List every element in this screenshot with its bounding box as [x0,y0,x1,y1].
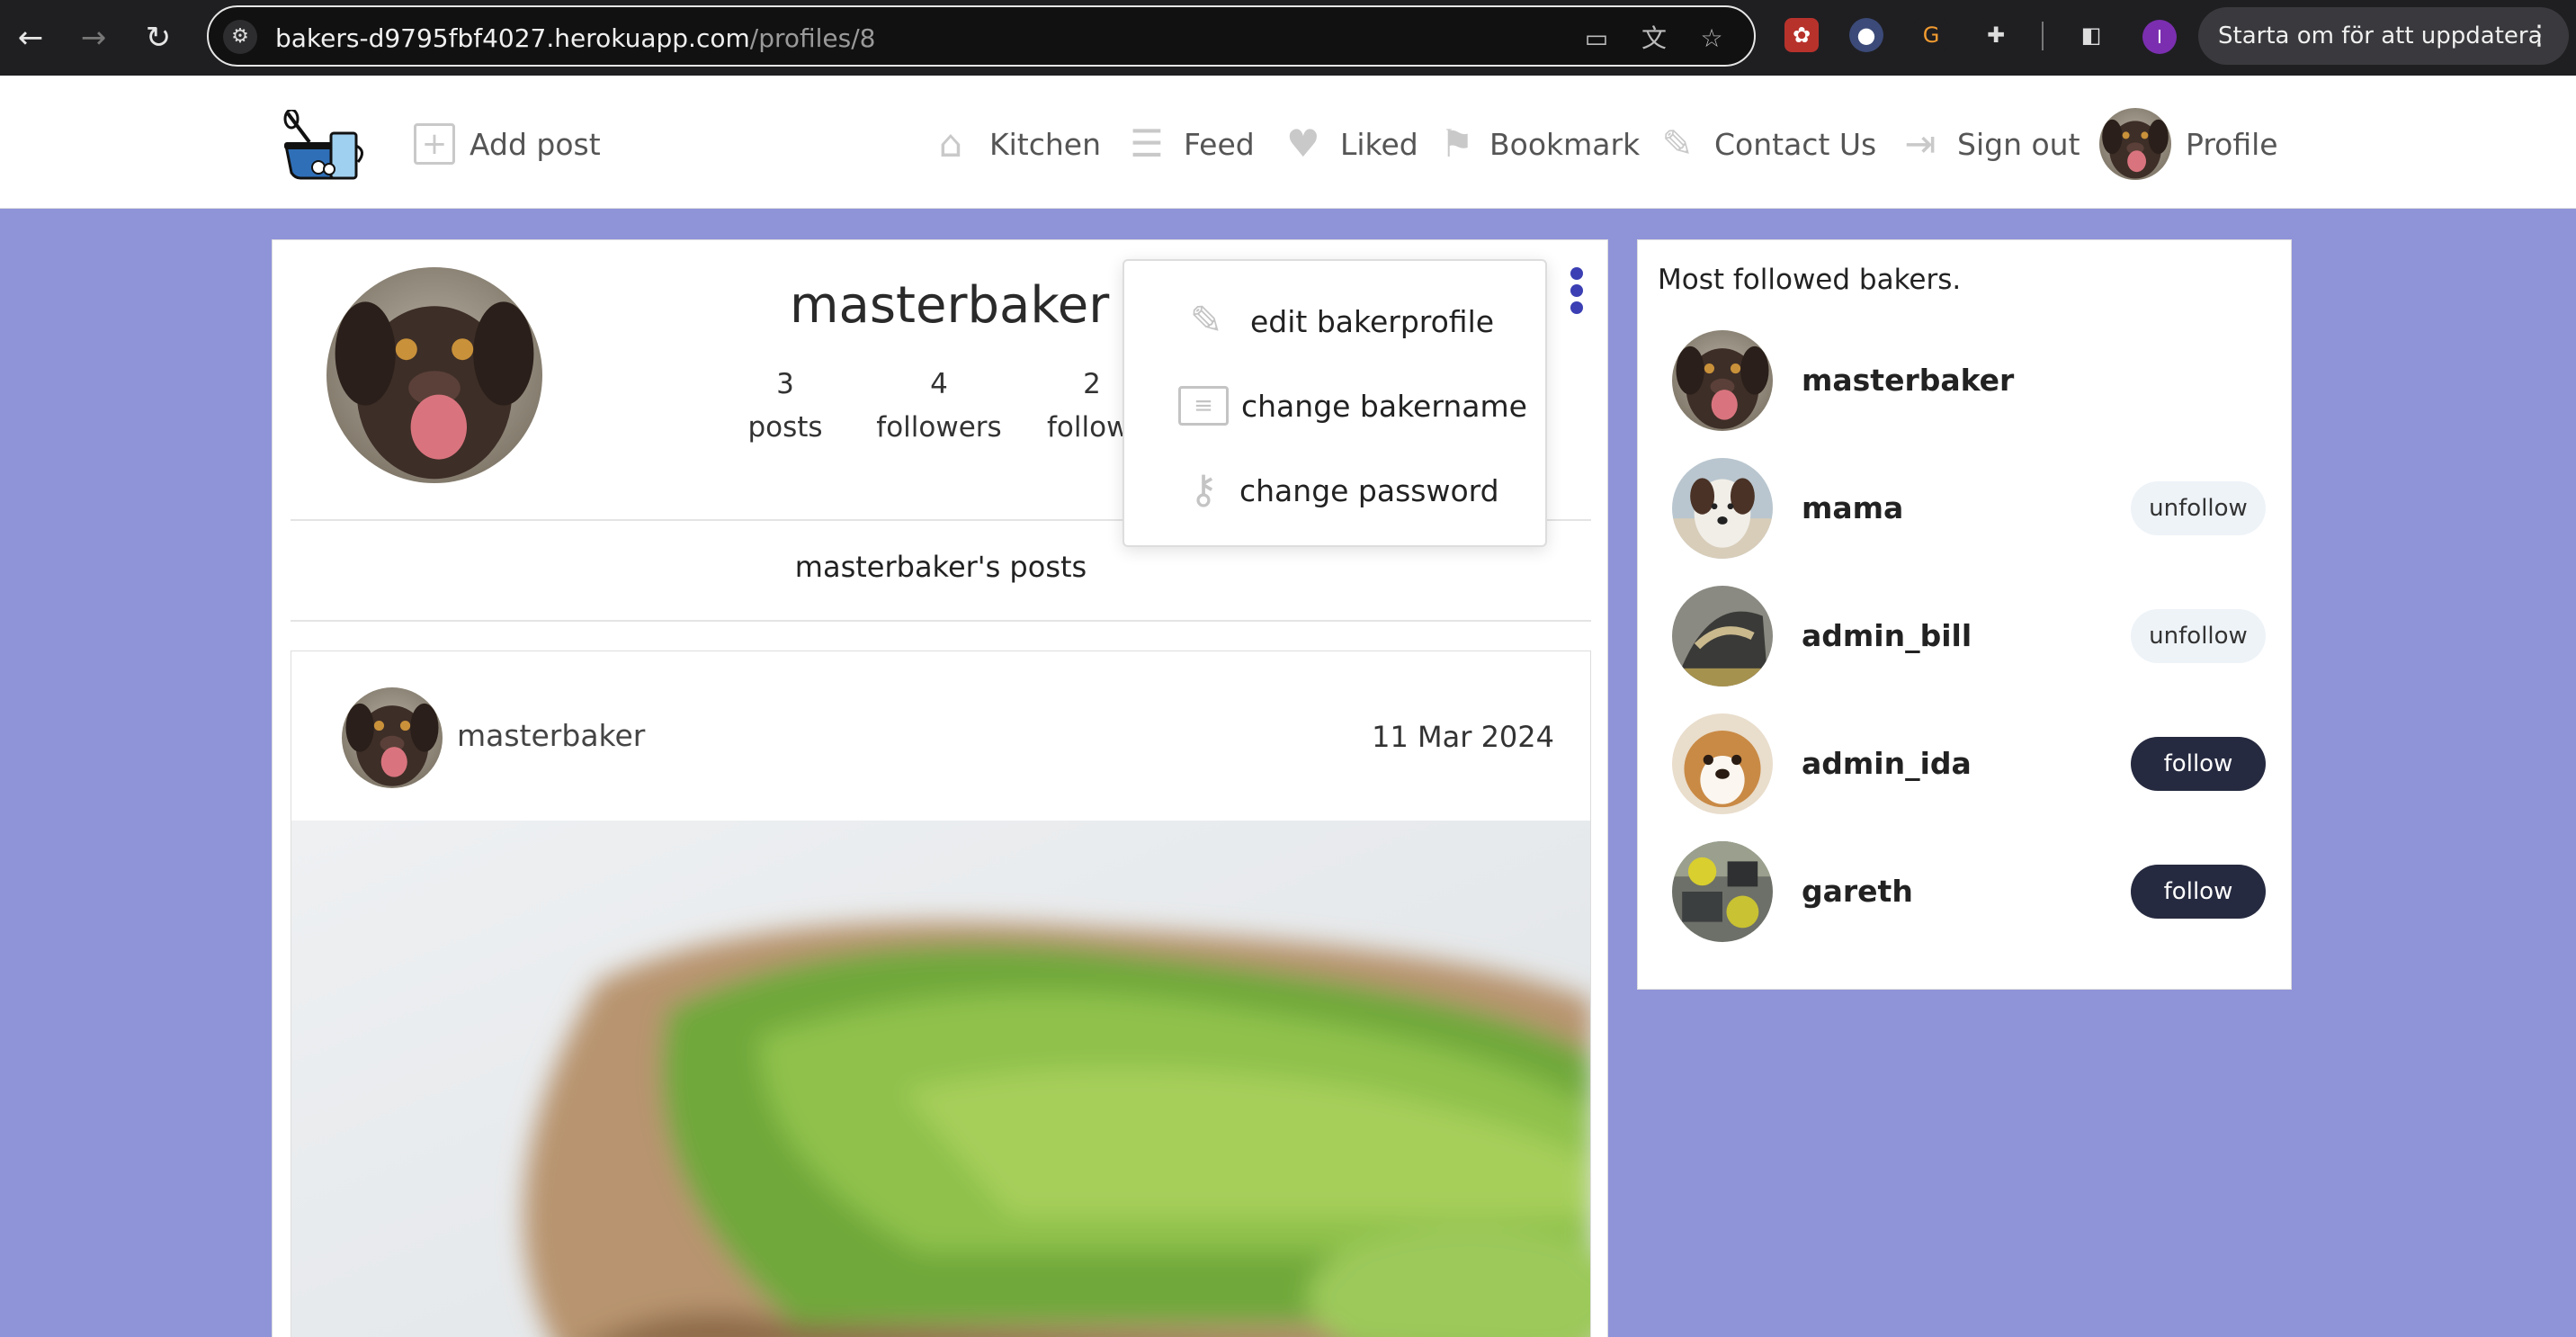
profile-name: masterbaker [790,276,1110,335]
post-author[interactable]: masterbaker [457,718,645,753]
toolbar-separator [2042,22,2044,50]
address-bar[interactable]: ⚙ bakers-d9795fbf4027.herokuapp.com/prof… [207,5,1756,67]
divider [291,620,1591,622]
baker-avatar[interactable] [1672,330,1773,431]
url-text: bakers-d9795fbf4027.herokuapp.com/profil… [275,23,875,53]
heart-icon: ♥ [1286,121,1320,166]
stat-value: 3 [776,368,794,400]
back-icon[interactable]: ← [7,14,54,61]
stat-posts: 3 posts [718,363,853,449]
nav-liked[interactable]: ♥ Liked [1281,117,1418,171]
baker-avatar[interactable] [1672,586,1773,686]
baker-avatar[interactable] [1672,713,1773,814]
menu-item-label: change bakername [1241,388,1527,424]
bookmark-icon: ⚑ [1440,121,1474,166]
stat-value: 4 [930,368,948,400]
baker-name[interactable]: masterbaker [1802,363,2014,398]
post-card[interactable]: masterbaker 11 Mar 2024 [291,651,1591,1337]
nav-profile-label: Profile [2186,126,2278,162]
baker-row: mama unfollow [1672,458,2266,561]
more-options-icon[interactable] [1568,267,1586,321]
baker-row: admin_ida follow [1672,713,2266,816]
site-header: + Add post ⌂ Kitchen ☰ Feed ♥ Liked ⚑ Bo… [0,76,2576,209]
nav-profile[interactable]: Profile [2099,108,2278,180]
baker-row: gareth follow [1672,841,2266,944]
key-icon: ⚷ [1188,467,1219,513]
reload-icon[interactable]: ↻ [135,14,182,61]
forward-icon[interactable]: → [70,14,117,61]
menu-edit-profile[interactable]: ✎ edit bakerprofile [1178,290,1495,353]
unfollow-button[interactable]: unfollow [2131,609,2266,663]
baker-avatar[interactable] [1672,841,1773,942]
edit-icon: ✎ [1189,298,1223,344]
install-app-icon[interactable]: ▭ [1579,22,1614,56]
post-date: 11 Mar 2024 [1372,720,1554,754]
unfollow-button[interactable]: unfollow [2131,481,2266,535]
posts-heading: masterbaker's posts [794,550,1087,584]
extension-red-icon[interactable]: ✿ [1784,18,1819,52]
menu-item-label: edit bakerprofile [1250,303,1495,339]
baker-avatar[interactable] [1672,458,1773,559]
stat-label: posts [747,411,823,444]
baker-name[interactable]: admin_bill [1802,618,1972,653]
sign-out-icon: ⇥ [1904,121,1936,166]
baker-row: masterbaker [1672,330,2266,433]
nav-kitchen[interactable]: ⌂ Kitchen [926,117,1101,171]
menu-icon: ⋮ [2526,20,2553,51]
nav-contact-us-label: Contact Us [1714,126,1877,162]
bookmark-star-icon[interactable]: ☆ [1695,22,1729,56]
logo[interactable] [282,110,367,180]
nav-bookmark-label: Bookmark [1489,126,1641,162]
sidebar-title: Most followed bakers. [1658,264,1962,296]
post-image[interactable] [291,821,1591,1337]
menu-change-bakername[interactable]: ≡ change bakername [1178,374,1527,437]
stat-followers: 4 followers [872,363,1006,449]
baker-row: admin_bill unfollow [1672,586,2266,688]
browser-toolbar: ← → ↻ ⚙ bakers-d9795fbf4027.herokuapp.co… [0,0,2576,76]
nav-sign-out-label: Sign out [1957,126,2080,162]
extension-g-icon[interactable]: G [1914,18,1948,52]
add-post-link[interactable]: + Add post [414,117,601,171]
most-followed-sidebar: Most followed bakers. masterbaker mama u… [1637,239,2292,990]
follow-button[interactable]: follow [2131,737,2266,791]
side-panel-icon[interactable]: ◧ [2074,18,2108,52]
url-host: bakers-d9795fbf4027.herokuapp.com [275,23,750,53]
id-card-icon: ≡ [1178,386,1229,426]
add-icon: + [414,123,455,165]
add-post-label: Add post [470,126,601,162]
profile-options-menu: ✎ edit bakerprofile ≡ change bakername ⚷… [1123,259,1547,547]
url-path: /profiles/8 [749,23,876,53]
pencil-icon: ✎ [1661,121,1694,166]
nav-kitchen-label: Kitchen [989,126,1102,162]
nav-sign-out[interactable]: ⇥ Sign out [1898,117,2080,171]
browser-profile-avatar[interactable]: I [2142,20,2177,54]
baker-name[interactable]: admin_ida [1802,746,1972,781]
post-author-avatar[interactable] [342,687,443,788]
nav-feed-label: Feed [1184,126,1255,162]
update-browser-button[interactable]: Starta om för att uppdatera ⋮ [2198,7,2569,65]
baker-name[interactable]: gareth [1802,874,1913,909]
nav-feed[interactable]: ☰ Feed [1124,117,1255,171]
menu-item-label: change password [1239,472,1499,508]
baker-name[interactable]: mama [1802,490,1903,525]
extensions-icon[interactable]: ✚ [1979,18,2013,52]
nav-contact-us[interactable]: ✎ Contact Us [1655,117,1876,171]
feed-icon: ☰ [1130,121,1164,166]
stat-label: followers [876,411,1002,444]
translate-icon[interactable]: 文 [1637,22,1671,56]
site-settings-icon[interactable]: ⚙ [223,20,257,54]
nav-bookmark[interactable]: ⚑ Bookmark [1439,117,1640,171]
follow-button[interactable]: follow [2131,865,2266,919]
menu-change-password[interactable]: ⚷ change password [1178,459,1499,522]
profile-avatar [326,267,542,483]
nav-liked-label: Liked [1340,126,1418,162]
avatar [2099,108,2171,180]
update-label: Starta om för att uppdatera [2218,22,2543,49]
extension-blue-icon[interactable]: ● [1849,18,1883,52]
home-icon: ⌂ [938,121,963,166]
